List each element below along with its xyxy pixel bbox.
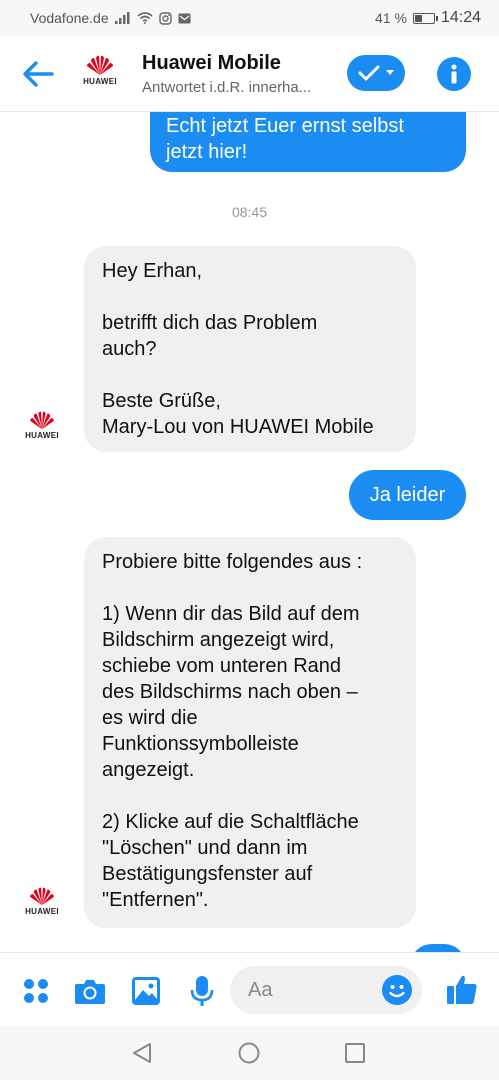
gallery-button[interactable]	[130, 975, 162, 1007]
more-actions-button[interactable]	[20, 975, 52, 1007]
battery-percentage: 41 %	[375, 10, 407, 26]
contact-info[interactable]: Huawei Mobile Antwortet i.d.R. innerha..…	[142, 52, 332, 96]
message-bubble-outgoing-partial[interactable]	[410, 944, 466, 952]
like-button[interactable]	[446, 973, 478, 1005]
instagram-icon	[158, 11, 172, 25]
response-time-subtitle: Antwortet i.d.R. innerha...	[142, 78, 312, 96]
message-input[interactable]: Aa	[230, 966, 422, 1014]
thumbs-up-icon	[447, 975, 477, 1004]
sender-avatar[interactable]: HUAWEI	[24, 410, 60, 444]
nav-home-icon[interactable]	[238, 1042, 260, 1064]
emoji-button[interactable]	[382, 975, 412, 1005]
clock: 14:24	[440, 9, 481, 26]
huawei-logo-icon	[30, 411, 54, 430]
battery-icon	[412, 12, 438, 24]
message-composer: Aa	[0, 952, 499, 1026]
info-button[interactable]	[437, 57, 471, 91]
sender-avatar[interactable]: HUAWEI	[24, 886, 60, 920]
message-timestamp: 08:45	[231, 204, 268, 220]
camera-button[interactable]	[74, 975, 106, 1007]
message-bubble-outgoing[interactable]: Echt jetzt Euer ernst selbst jetzt hier!	[150, 112, 466, 172]
arrow-left-icon	[23, 60, 54, 87]
mark-done-button[interactable]	[347, 55, 405, 91]
nav-back-icon[interactable]	[131, 1042, 153, 1064]
carrier-label: Vodafone.de	[30, 10, 109, 26]
four-dots-icon	[24, 979, 48, 1003]
nav-recents-icon[interactable]	[345, 1043, 365, 1063]
huawei-logo-text: HUAWEI	[25, 907, 59, 916]
huawei-logo-text: HUAWEI	[25, 431, 59, 440]
huawei-logo-icon	[30, 887, 54, 906]
huawei-logo-icon	[87, 55, 113, 75]
microphone-icon	[190, 976, 214, 1006]
message-bubble-incoming[interactable]: Probiere bitte folgendes aus : 1) Wenn d…	[84, 537, 416, 928]
check-icon	[358, 65, 380, 81]
camera-icon	[75, 980, 105, 1004]
message-bubble-outgoing[interactable]: Ja leider	[349, 470, 466, 520]
system-navigation-bar	[0, 1026, 499, 1080]
back-button[interactable]	[18, 54, 58, 94]
signal-icon	[114, 12, 130, 24]
voice-message-button[interactable]	[186, 975, 218, 1007]
contact-avatar[interactable]: HUAWEI	[82, 54, 118, 94]
smiley-icon	[389, 985, 405, 998]
wifi-icon	[137, 12, 153, 24]
message-input-placeholder: Aa	[248, 978, 273, 1001]
image-icon	[132, 977, 160, 1005]
info-icon	[451, 64, 457, 84]
message-list[interactable]: Echt jetzt Euer ernst selbst jetzt hier!…	[0, 112, 499, 952]
chevron-down-icon	[386, 70, 394, 75]
contact-name: Huawei Mobile	[142, 51, 281, 74]
chat-header: HUAWEI Huawei Mobile Antwortet i.d.R. in…	[0, 36, 499, 112]
mail-icon	[178, 13, 191, 23]
huawei-logo-text: HUAWEI	[83, 76, 117, 86]
status-bar: Vodafone.de 41 % 14:24	[0, 0, 499, 36]
message-bubble-incoming[interactable]: Hey Erhan, betrifft dich das Problem auc…	[84, 246, 416, 452]
